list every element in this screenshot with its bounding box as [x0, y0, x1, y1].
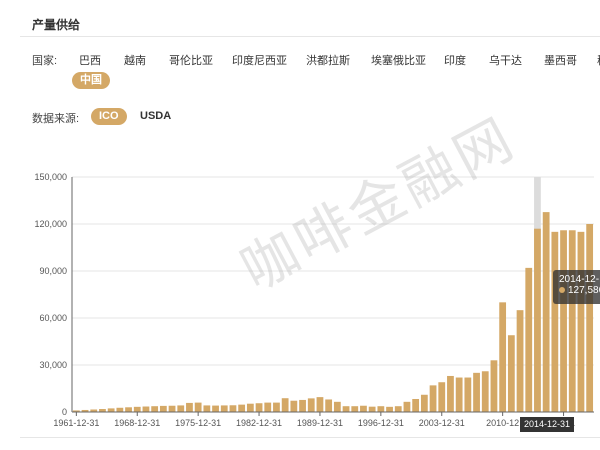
bar [481, 371, 489, 412]
bar [220, 405, 228, 412]
bar [368, 406, 376, 412]
bar [316, 397, 324, 412]
x-tick-label: 1982-12-31 [236, 418, 282, 428]
source-option-ico[interactable]: ICO [91, 108, 127, 125]
country-option[interactable]: 洪都拉斯 [306, 52, 350, 68]
x-tick-label: 1989-12-31 [297, 418, 343, 428]
y-tick-label: 30,000 [39, 360, 67, 370]
bar [238, 404, 246, 412]
bar [525, 267, 533, 412]
bar [342, 406, 350, 412]
bar [551, 231, 559, 412]
bar [542, 212, 550, 412]
bar [560, 230, 567, 412]
bar [464, 377, 472, 412]
bottom-divider [20, 437, 600, 438]
bar [264, 402, 272, 412]
bar [159, 405, 167, 412]
x-tick-label: 1968-12-31 [114, 418, 160, 428]
bar [290, 400, 298, 412]
series-dot-icon [559, 287, 565, 294]
x-tick-label: 1961-12-31 [53, 418, 99, 428]
axis-pointer-label: 2014-12-31 [520, 417, 575, 432]
title-divider [20, 36, 600, 37]
bar [186, 402, 193, 412]
bar [455, 377, 463, 412]
y-tick-label: 120,000 [34, 219, 67, 229]
production-bar-chart: 0 30,000 60,000 90,000 120,000 150,000 1961-12… [34, 172, 594, 428]
country-option[interactable]: 印度 [444, 52, 466, 68]
bar [125, 407, 132, 412]
bar [507, 335, 515, 412]
x-tick-label: 1975-12-31 [175, 418, 221, 428]
country-option[interactable]: 乌干达 [489, 52, 522, 68]
bar [351, 406, 359, 412]
bar [516, 310, 524, 412]
bar [246, 403, 254, 412]
bar [394, 406, 402, 412]
country-option[interactable]: 墨西哥 [544, 52, 577, 68]
bar [412, 398, 420, 412]
bar [194, 402, 202, 412]
bar [420, 394, 428, 412]
bar [281, 398, 289, 412]
bar [438, 382, 446, 412]
source-option-usda[interactable]: USDA [132, 108, 179, 125]
country-option[interactable]: 哥伦比亚 [169, 52, 213, 68]
y-tick-label: 0 [62, 407, 67, 417]
x-tick-label: 2010-12 [486, 418, 519, 428]
tooltip-date: 2014-12- [559, 274, 600, 285]
tooltip-value: 127,586 [568, 285, 600, 296]
bar [447, 375, 454, 412]
country-option[interactable]: 越南 [124, 52, 146, 68]
bar [255, 403, 263, 412]
bar [142, 406, 150, 412]
bar [490, 360, 498, 412]
bar [377, 406, 385, 412]
country-option[interactable]: 埃塞俄比亚 [371, 52, 426, 68]
y-tick-label: 150,000 [34, 172, 67, 182]
bar [499, 302, 507, 412]
country-option[interactable]: 印度尼西亚 [232, 52, 287, 68]
bar [577, 231, 585, 412]
bar [333, 401, 341, 412]
page-title: 产量供给 [32, 18, 81, 32]
bar [473, 372, 480, 412]
country-option-china[interactable]: 中国 [72, 72, 110, 89]
bar [325, 399, 333, 412]
chart-tooltip: 2014-12- 127,586 [553, 270, 600, 304]
y-tick-label: 90,000 [39, 266, 67, 276]
country-option[interactable]: 巴西 [79, 52, 101, 68]
bar [429, 385, 437, 412]
x-tick-label: 2003-12-31 [419, 418, 465, 428]
bar [534, 228, 541, 412]
bar [307, 398, 315, 412]
bar [212, 405, 219, 412]
x-tick-label: 1996-12-31 [358, 418, 404, 428]
bar [360, 405, 367, 412]
y-tick-label: 60,000 [39, 313, 67, 323]
tooltip-value-row: 127,586 [559, 285, 600, 296]
bar [229, 405, 237, 412]
bar [299, 399, 306, 412]
bar [386, 406, 393, 412]
source-filter-label: 数据来源: [32, 113, 80, 125]
bar [177, 405, 185, 412]
bar [568, 230, 576, 412]
bar [203, 405, 211, 412]
bar [116, 407, 124, 412]
bar [168, 405, 176, 412]
bar [273, 402, 280, 412]
bar [403, 401, 411, 412]
bar [151, 406, 159, 412]
country-filter-label: 国家: [32, 55, 58, 67]
bar [107, 408, 115, 412]
bar [133, 406, 141, 412]
bar [586, 224, 594, 412]
